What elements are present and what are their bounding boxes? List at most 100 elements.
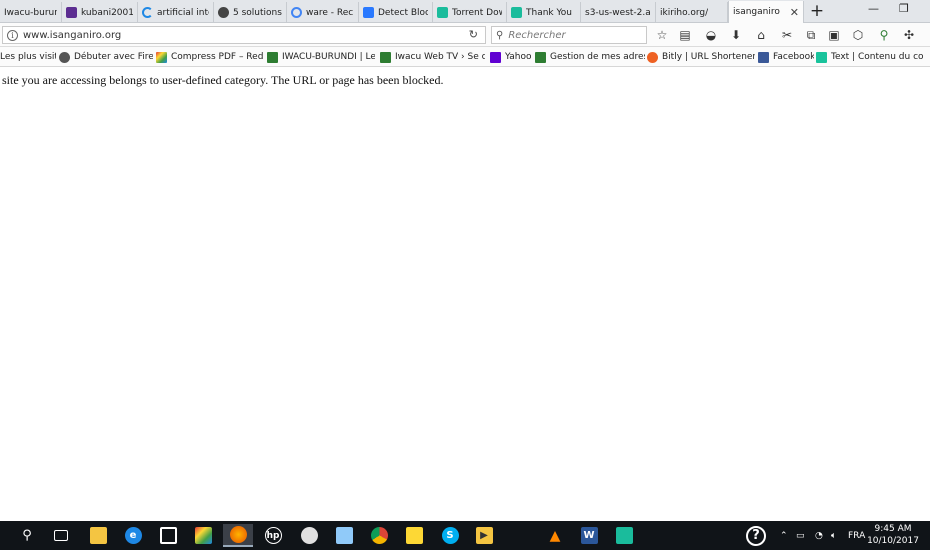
bookmark-item[interactable]: Iwacu Web TV › Se co...: [380, 50, 485, 64]
reload-icon[interactable]: ↻: [469, 28, 478, 41]
tab-label: ware - Recherche: [306, 7, 354, 18]
system-clock[interactable]: 9:45 AM 10/10/2017: [866, 523, 920, 547]
paste-icon[interactable]: ▣: [826, 27, 842, 43]
home-icon[interactable]: ⌂: [753, 27, 769, 43]
tab-label: isanganiro.org: [733, 7, 780, 17]
copy-icon[interactable]: ⧉: [803, 27, 819, 43]
extension-icon[interactable]: ⬡: [850, 27, 866, 43]
tab-solutions[interactable]: 5 solutions: [214, 2, 287, 23]
language-indicator[interactable]: FRA: [848, 521, 865, 550]
navigation-toolbar: i www.isanganiro.org ↻ ⚲ Rechercher ☆ ▤ …: [0, 23, 930, 47]
tab-label: 5 solutions: [233, 7, 282, 18]
iwacu-icon: [267, 51, 278, 63]
tab-torrent[interactable]: Torrent Download: [433, 2, 507, 23]
search-button[interactable]: ⚲: [12, 524, 42, 547]
tab-ikiriho[interactable]: ikiriho.org/: [656, 2, 728, 23]
bookmark-item[interactable]: Yahoo: [490, 50, 532, 64]
bot-icon: [218, 7, 229, 18]
tab-iwacu[interactable]: Iwacu-burundi: [0, 2, 62, 23]
zoom-icon[interactable]: ⚲: [876, 27, 892, 43]
tab-kubani[interactable]: kubani2001: [62, 2, 138, 23]
tab-label: ikiriho.org/: [660, 7, 709, 18]
camera-app-button[interactable]: [294, 524, 324, 547]
word-button[interactable]: W: [574, 524, 604, 547]
bookmark-label: IWACU-BURUNDI | Le...: [282, 52, 375, 62]
bookmark-star-icon[interactable]: ☆: [654, 27, 670, 43]
tab-thankyou[interactable]: Thank You: [507, 2, 581, 23]
blocked-message: site you are accessing belongs to user-d…: [2, 73, 444, 87]
restore-icon[interactable]: ❐: [899, 2, 909, 15]
task-view-icon: [54, 530, 68, 541]
bookmark-item[interactable]: Facebook: [758, 50, 814, 64]
tab-label: Iwacu-burundi: [4, 7, 57, 18]
bookmark-item[interactable]: IWACU-BURUNDI | Le...: [267, 50, 375, 64]
media-player-button[interactable]: ▶: [469, 524, 499, 547]
sticky-notes-icon: [405, 527, 423, 544]
download-icon[interactable]: ⬇: [728, 27, 744, 43]
colorful-app-icon: [194, 527, 212, 544]
search-icon: ⚲: [22, 528, 32, 543]
bookmark-label: Les plus visités: [0, 52, 56, 62]
url-text[interactable]: www.isanganiro.org: [23, 30, 121, 41]
google-icon: [291, 7, 302, 18]
battery-icon[interactable]: ▭: [796, 521, 805, 550]
search-bar[interactable]: ⚲ Rechercher: [491, 26, 647, 44]
bookmark-item[interactable]: Bitly | URL Shortener a...: [647, 50, 755, 64]
bookmark-item[interactable]: Compress PDF – Redu...: [156, 50, 264, 64]
firefox-button[interactable]: [223, 524, 253, 547]
search-placeholder: Rechercher: [508, 29, 566, 41]
skype-icon: S: [441, 527, 459, 544]
globe-icon: [59, 51, 70, 63]
addon-icon[interactable]: ✣: [901, 27, 917, 43]
skype-button[interactable]: S: [435, 524, 465, 547]
bookmark-item[interactable]: Les plus visités: [0, 50, 56, 64]
volume-icon[interactable]: 🔈︎: [831, 521, 836, 550]
help-icon[interactable]: ?: [746, 521, 766, 550]
tab-label: s3-us-west-2.amazonaws: [585, 7, 651, 18]
close-icon[interactable]: ✕: [790, 6, 799, 19]
cube-app-button[interactable]: [609, 524, 639, 547]
bookmark-label: Gestion de mes adress...: [550, 52, 645, 62]
bookmarks-library-icon[interactable]: ▤: [677, 27, 693, 43]
cube-icon: [511, 7, 522, 18]
tab-isanganiro[interactable]: isanganiro.org ✕: [728, 1, 804, 23]
vlc-button[interactable]: ▲: [540, 524, 570, 547]
file-explorer-button[interactable]: [83, 524, 113, 547]
task-view-button[interactable]: [46, 524, 76, 547]
page-content: site you are accessing belongs to user-d…: [0, 68, 930, 521]
bookmark-label: Bitly | URL Shortener a...: [662, 52, 755, 62]
edge-button[interactable]: e: [118, 524, 148, 547]
cut-icon[interactable]: ✂: [779, 27, 795, 43]
bookmark-item[interactable]: Débuter avec Firefox: [59, 50, 153, 64]
firefox-icon: [229, 526, 247, 543]
tab-s3[interactable]: s3-us-west-2.amazonaws: [581, 2, 656, 23]
bookmark-label: Compress PDF – Redu...: [171, 52, 264, 62]
store-button[interactable]: [153, 524, 183, 547]
colorful-app-button[interactable]: [188, 524, 218, 547]
pocket-icon[interactable]: ◒: [703, 27, 719, 43]
bookmark-item[interactable]: Text | Contenu du cou...: [816, 50, 924, 64]
tab-google[interactable]: ware - Recherche: [287, 2, 359, 23]
folder-icon: [89, 527, 107, 544]
cube-icon: [437, 7, 448, 18]
tab-detect[interactable]: Detect Blocked: [359, 2, 433, 23]
minimize-icon[interactable]: —: [868, 2, 879, 15]
bookmark-label: Text | Contenu du cou...: [831, 52, 924, 62]
chrome-button[interactable]: [364, 524, 394, 547]
camera-icon: [300, 527, 318, 544]
edge-icon: e: [124, 527, 142, 544]
notes-app-button[interactable]: [329, 524, 359, 547]
iwacu-icon: [535, 51, 546, 63]
word-icon: W: [580, 527, 598, 544]
windows-taskbar: ⚲ e hp S ▶ ▲ W ? ⌃ ▭ ◔ 🔈︎ FRA 9:45 AM 10…: [0, 521, 930, 550]
url-bar[interactable]: i www.isanganiro.org ↻: [2, 26, 486, 44]
loading-icon: [142, 7, 153, 18]
sticky-notes-button[interactable]: [399, 524, 429, 547]
bookmark-item[interactable]: Gestion de mes adress...: [535, 50, 645, 64]
new-tab-button[interactable]: +: [808, 2, 826, 21]
wifi-icon[interactable]: ◔: [815, 521, 823, 550]
hp-button[interactable]: hp: [258, 524, 288, 547]
tab-artificial[interactable]: artificial intelligence: [138, 2, 214, 23]
info-icon[interactable]: i: [7, 29, 18, 41]
chevron-up-icon[interactable]: ⌃: [780, 521, 788, 550]
